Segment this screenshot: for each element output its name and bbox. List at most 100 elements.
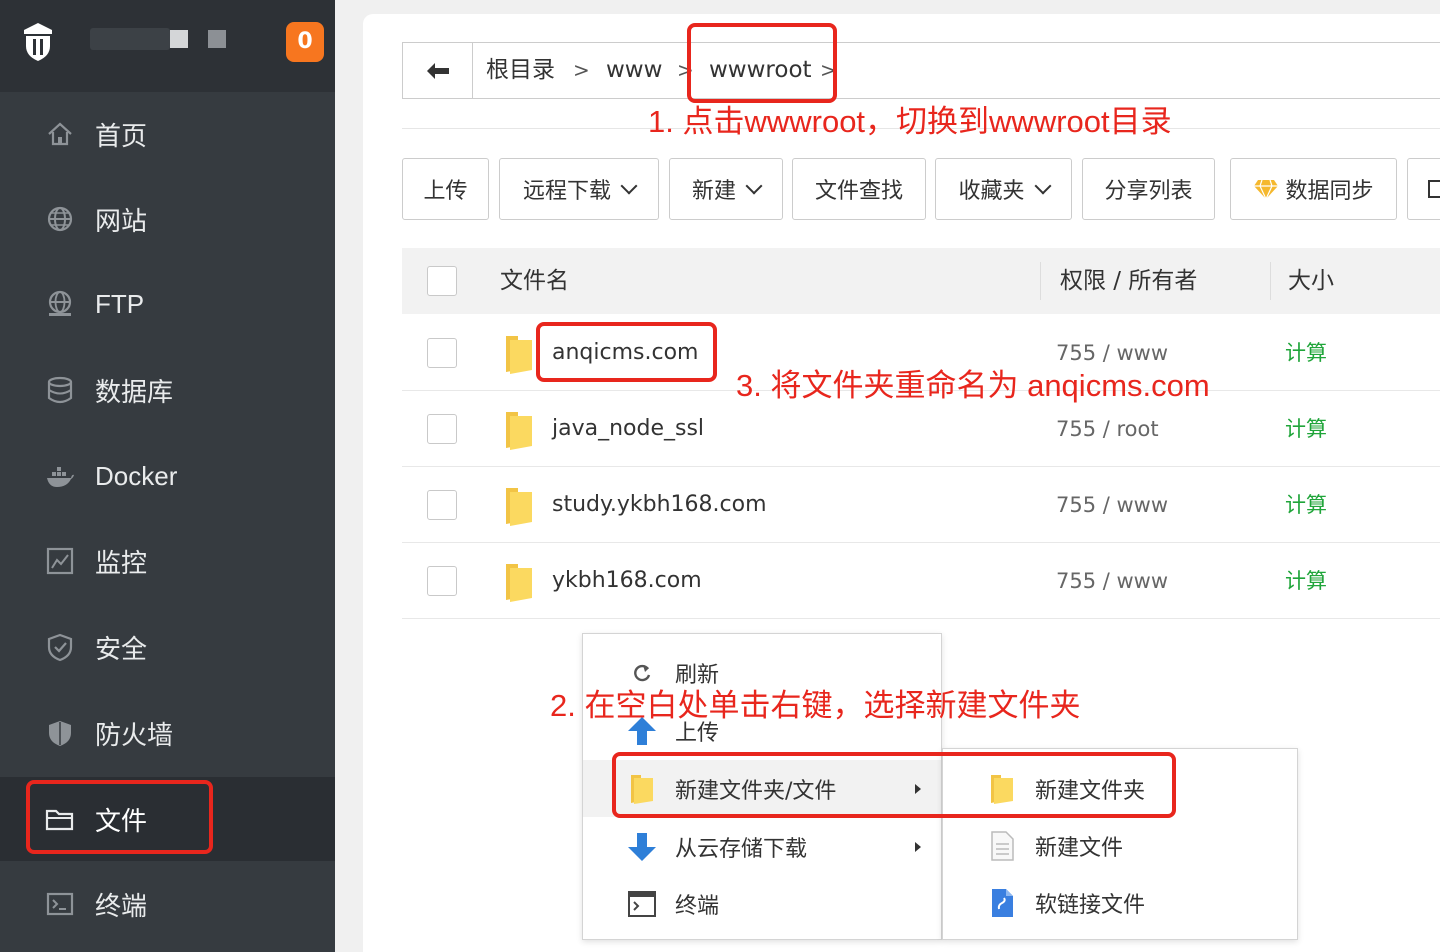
sidebar-item-home[interactable]: 首页	[0, 92, 335, 176]
globe-icon	[44, 203, 76, 235]
data-sync-button[interactable]: 数据同步	[1230, 158, 1397, 220]
column-divider	[1040, 262, 1041, 300]
sidebar-item-label: Docker	[95, 460, 178, 491]
breadcrumb: 根目录 > www > wwwroot >	[402, 42, 1440, 99]
more-toolbar-button[interactable]	[1407, 158, 1440, 220]
row-checkbox[interactable]	[427, 490, 457, 520]
chevron-down-icon	[620, 177, 638, 195]
row-checkbox[interactable]	[427, 414, 457, 444]
size-calculate-link[interactable]: 计算	[1285, 467, 1327, 543]
notification-badge[interactable]: 0	[286, 22, 324, 62]
size-calculate-link[interactable]: 计算	[1285, 391, 1327, 467]
row-checkbox[interactable]	[427, 566, 457, 596]
sidebar-item-monitor[interactable]: 监控	[0, 519, 335, 603]
folder-icon	[506, 336, 532, 374]
annotation-step3: 3. 将文件夹重命名为 anqicms.com	[736, 368, 1210, 403]
new-button-label: 新建	[691, 179, 736, 204]
highlight-box-files	[26, 780, 213, 854]
highlight-box-new-folder	[612, 752, 1176, 818]
docker-icon	[44, 460, 76, 492]
file-search-button[interactable]: 文件查找	[792, 158, 926, 220]
ftp-icon	[44, 288, 76, 320]
breadcrumb-root[interactable]: 根目录	[486, 43, 555, 98]
column-size[interactable]: 大小	[1288, 248, 1334, 314]
highlight-box-anqicms	[536, 322, 717, 382]
upload-button-label: 上传	[423, 179, 468, 204]
home-icon	[44, 118, 76, 150]
data-sync-label: 数据同步	[1285, 179, 1374, 204]
sidebar-item-terminal[interactable]: 终端	[0, 862, 335, 946]
share-list-label: 分享列表	[1104, 179, 1193, 204]
annotation-step2: 2. 在空白处单击右键，选择新建文件夹	[550, 688, 1081, 723]
file-search-label: 文件查找	[814, 179, 903, 204]
partial-icon	[1428, 180, 1440, 198]
remote-download-label: 远程下载	[522, 179, 611, 204]
status-square-light	[170, 30, 188, 48]
submenu-arrow-icon	[915, 841, 921, 852]
sidebar-item-firewall[interactable]: 防火墙	[0, 691, 335, 775]
file-permission[interactable]: 755 / www	[1056, 543, 1168, 619]
chevron-down-icon	[1034, 177, 1051, 195]
menu-item-cloud-download[interactable]: 从云存储下载	[583, 818, 941, 875]
diamond-icon	[1254, 179, 1279, 200]
submenu-item-label: 软链接文件	[1035, 892, 1146, 918]
share-list-button[interactable]: 分享列表	[1082, 158, 1215, 220]
column-filename[interactable]: 文件名	[500, 248, 569, 314]
back-button[interactable]	[403, 43, 473, 98]
sidebar-item-label: 安全	[95, 633, 148, 664]
select-all-checkbox[interactable]	[427, 266, 457, 296]
column-divider	[1270, 262, 1271, 300]
file-name[interactable]: study.ykbh168.com	[552, 467, 767, 543]
database-icon	[44, 374, 76, 406]
menu-item-label: 终端	[675, 893, 720, 919]
shield-check-icon	[44, 631, 76, 663]
sidebar-item-label: 防火墙	[95, 719, 174, 750]
sidebar-header: 0	[0, 0, 335, 92]
file-name[interactable]: ykbh168.com	[552, 543, 702, 619]
table-header: 文件名 权限 / 所有者 大小	[402, 248, 1440, 314]
sidebar-item-label: 数据库	[95, 376, 174, 407]
sidebar-item-website[interactable]: 网站	[0, 177, 335, 261]
firewall-icon	[44, 717, 76, 749]
submenu-item-symlink[interactable]: 软链接文件	[943, 874, 1297, 931]
terminal-icon	[44, 888, 76, 920]
file-permission[interactable]: 755 / www	[1056, 467, 1168, 543]
favorites-label: 收藏夹	[958, 179, 1025, 204]
status-square-dark	[208, 30, 226, 48]
menu-item-terminal[interactable]: 终端	[583, 875, 941, 932]
folder-icon	[506, 488, 532, 526]
menu-item-label: 从云存储下载	[675, 836, 808, 862]
sidebar-item-security[interactable]: 安全	[0, 605, 335, 689]
row-checkbox[interactable]	[427, 338, 457, 368]
sidebar-item-label: 首页	[95, 120, 148, 151]
favorites-button[interactable]: 收藏夹	[935, 158, 1072, 220]
table-row[interactable]: ykbh168.com 755 / www 计算	[402, 543, 1440, 619]
sidebar-item-ftp[interactable]: FTP	[0, 262, 335, 346]
highlight-box-wwwroot	[687, 23, 837, 103]
remote-download-button[interactable]: 远程下载	[499, 158, 659, 220]
download-arrow-icon	[625, 830, 659, 864]
annotation-step1: 1. 点击wwwroot，切换到wwwroot目录	[648, 104, 1172, 139]
folder-icon	[506, 564, 532, 602]
sidebar-item-label: 终端	[95, 890, 148, 921]
new-button[interactable]: 新建	[669, 158, 783, 220]
breadcrumb-www[interactable]: www	[606, 43, 662, 98]
file-icon	[985, 829, 1019, 863]
folder-icon	[506, 412, 532, 450]
size-calculate-link[interactable]: 计算	[1285, 543, 1327, 619]
table-row[interactable]: study.ykbh168.com 755 / www 计算	[402, 467, 1440, 543]
sidebar-item-label: 网站	[95, 205, 148, 236]
breadcrumb-separator: >	[573, 58, 590, 82]
submenu-item-label: 新建文件	[1035, 835, 1124, 861]
sidebar-item-database[interactable]: 数据库	[0, 348, 335, 432]
size-calculate-link[interactable]: 计算	[1285, 315, 1327, 391]
sidebar-item-docker[interactable]: Docker	[0, 434, 335, 518]
monitor-icon	[44, 545, 76, 577]
file-name[interactable]: java_node_ssl	[552, 391, 704, 467]
upload-button[interactable]: 上传	[402, 158, 489, 220]
sidebar-item-label: 监控	[95, 547, 148, 578]
submenu-item-new-file[interactable]: 新建文件	[943, 817, 1297, 874]
terminal-icon	[625, 887, 659, 921]
column-permission[interactable]: 权限 / 所有者	[1060, 248, 1197, 314]
back-arrow-icon	[426, 62, 449, 79]
